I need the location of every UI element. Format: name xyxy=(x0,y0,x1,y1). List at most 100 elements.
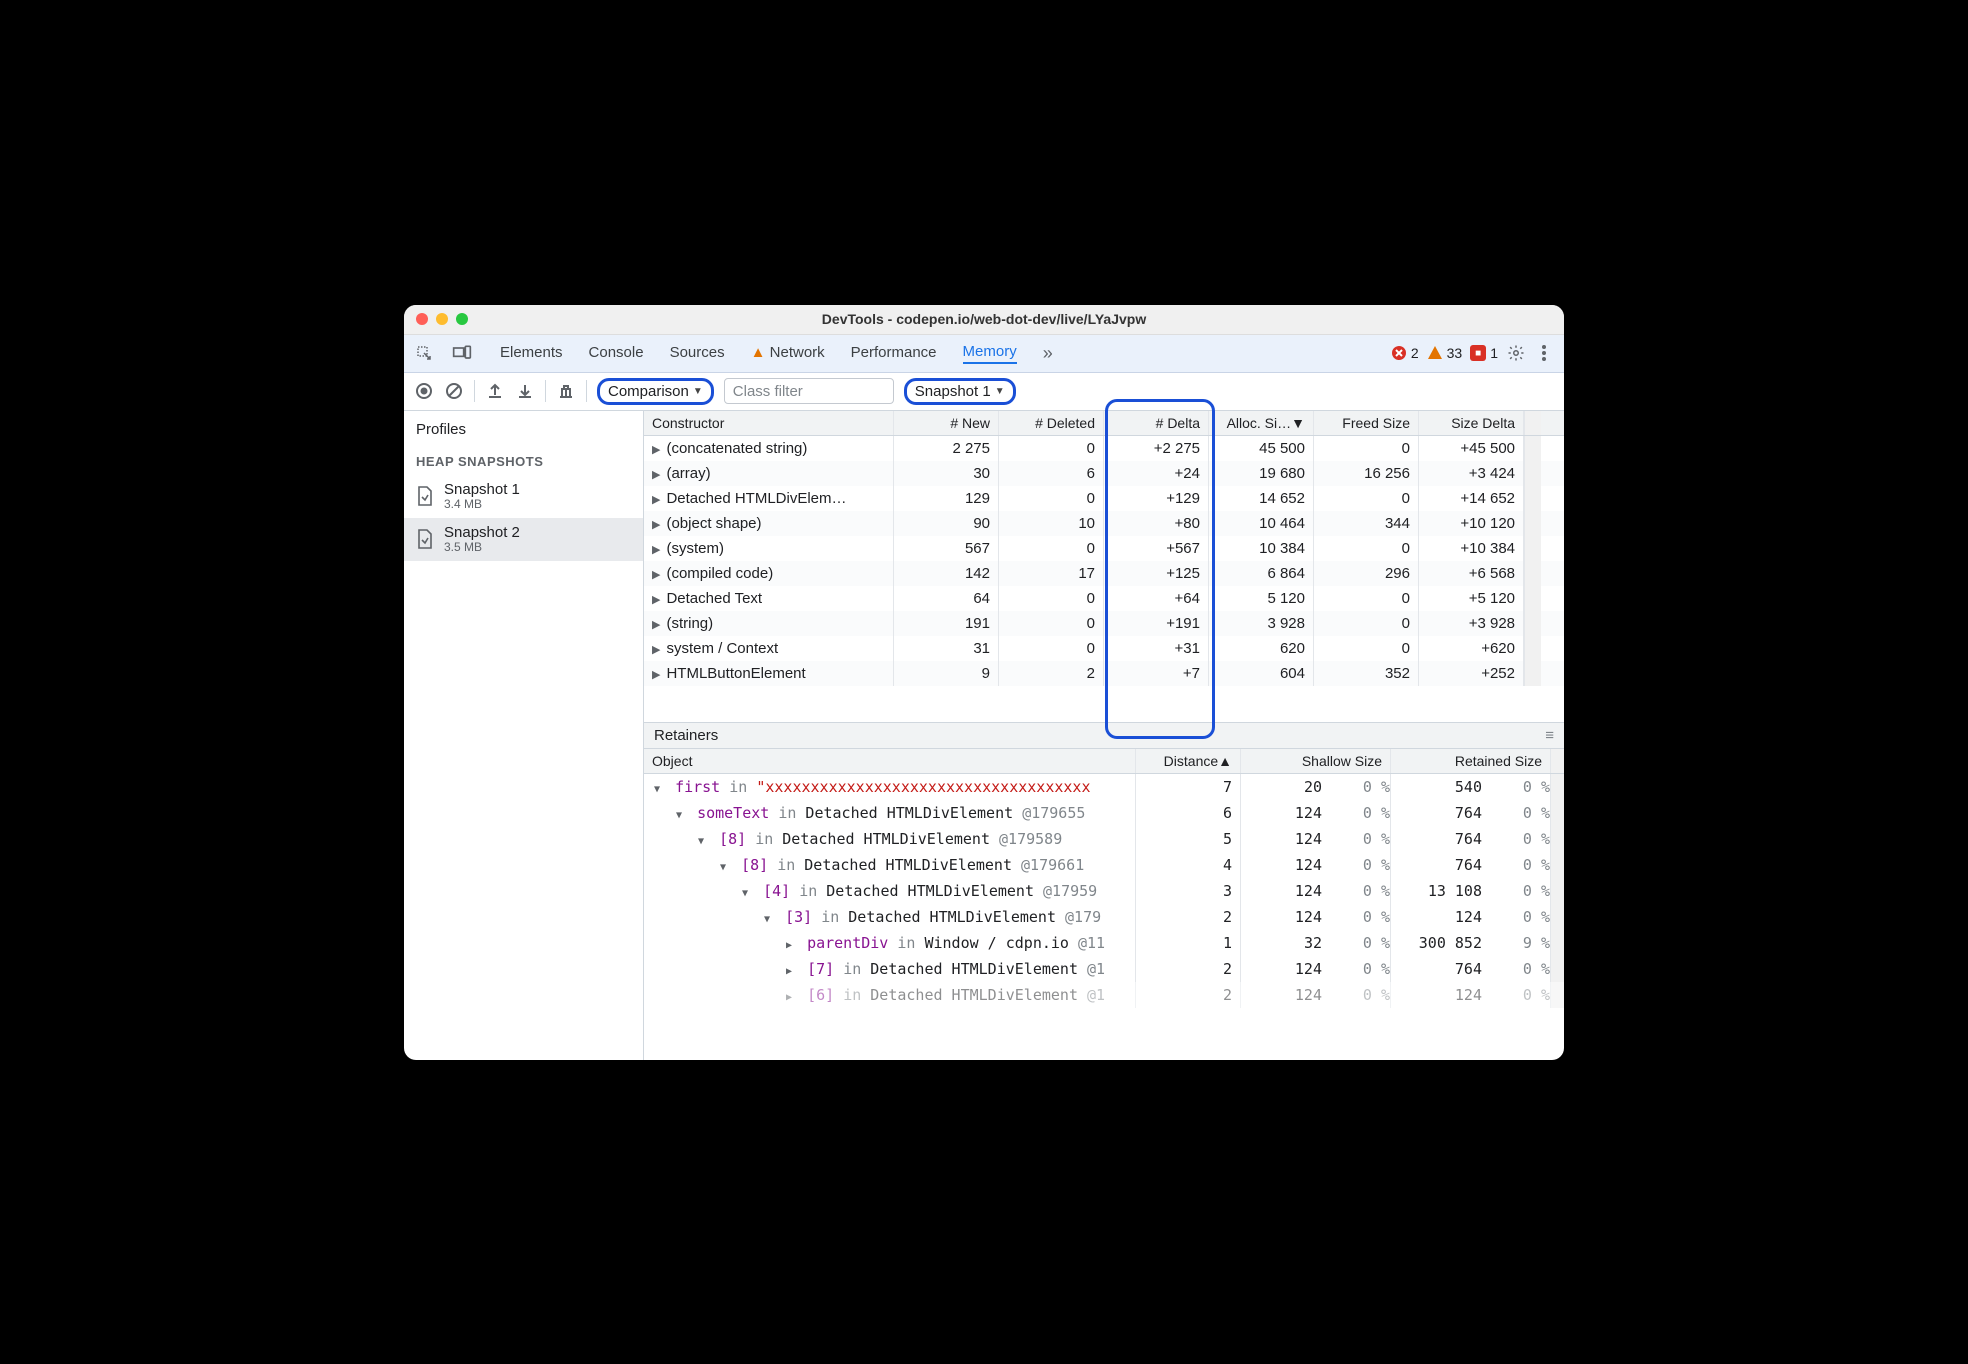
retainer-row[interactable]: ▼ [3] in Detached HTMLDivElement @179212… xyxy=(644,904,1564,930)
snapshot-size: 3.5 MB xyxy=(444,541,520,555)
tab-network[interactable]: ▲ Network xyxy=(751,344,825,363)
retainer-row[interactable]: ▶ [6] in Detached HTMLDivElement @121240… xyxy=(644,982,1564,1008)
retainer-row[interactable]: ▼ [4] in Detached HTMLDivElement @179593… xyxy=(644,878,1564,904)
retainer-row[interactable]: ▼ someText in Detached HTMLDivElement @1… xyxy=(644,800,1564,826)
retainer-row[interactable]: ▼ [8] in Detached HTMLDivElement @179661… xyxy=(644,852,1564,878)
snapshot-size: 3.4 MB xyxy=(444,498,520,512)
retainer-row[interactable]: ▼ [8] in Detached HTMLDivElement @179589… xyxy=(644,826,1564,852)
gear-icon[interactable] xyxy=(1506,343,1526,363)
col-constructor[interactable]: Constructor xyxy=(644,411,894,435)
profiles-sidebar: Profiles HEAP SNAPSHOTS Snapshot 1 3.4 M… xyxy=(404,411,644,1060)
disclosure-icon: ▶ xyxy=(652,543,660,556)
upload-icon[interactable] xyxy=(485,381,505,401)
col-freed[interactable]: Freed Size xyxy=(1314,411,1419,435)
retainer-row[interactable]: ▶ [7] in Detached HTMLDivElement @121240… xyxy=(644,956,1564,982)
more-tabs-icon[interactable]: » xyxy=(1043,343,1053,364)
class-filter-placeholder: Class filter xyxy=(733,383,803,400)
disclosure-icon: ▶ xyxy=(652,618,660,631)
tab-sources[interactable]: Sources xyxy=(670,344,725,363)
disclosure-icon: ▼ xyxy=(742,888,748,899)
table-row[interactable]: ▶(compiled code)14217+1256 864296+6 568 xyxy=(644,561,1564,586)
retainers-rows[interactable]: ▼ first in "xxxxxxxxxxxxxxxxxxxxxxxxxxxx… xyxy=(644,774,1564,1060)
inspect-icon[interactable] xyxy=(414,343,434,363)
disclosure-icon: ▼ xyxy=(720,862,726,873)
snapshot-item-2[interactable]: Snapshot 2 3.5 MB xyxy=(404,518,643,561)
disclosure-icon: ▶ xyxy=(786,940,792,951)
col-new[interactable]: # New xyxy=(894,411,999,435)
disclosure-icon: ▶ xyxy=(652,493,660,506)
panel-tabs-bar: Elements Console Sources ▲ Network Perfo… xyxy=(404,335,1564,373)
chevron-down-icon: ▼ xyxy=(995,386,1005,397)
snapshot-item-1[interactable]: Snapshot 1 3.4 MB xyxy=(404,475,643,518)
baseline-label: Snapshot 1 xyxy=(915,383,991,400)
retainers-menu-icon[interactable]: ≡ xyxy=(1545,727,1554,744)
disclosure-icon: ▶ xyxy=(652,668,660,681)
tab-network-label: Network xyxy=(770,344,825,361)
retainers-columns: Object Distance▲ Shallow Size Retained S… xyxy=(644,749,1564,774)
clear-icon[interactable] xyxy=(444,381,464,401)
table-row[interactable]: ▶(array)306+2419 68016 256+3 424 xyxy=(644,461,1564,486)
errors-counter[interactable]: 2 xyxy=(1391,345,1419,361)
tab-elements[interactable]: Elements xyxy=(500,344,563,363)
table-row[interactable]: ▶(concatenated string)2 2750+2 27545 500… xyxy=(644,436,1564,461)
col-alloc[interactable]: Alloc. Si…▼ xyxy=(1209,411,1314,435)
ret-col-retained[interactable]: Retained Size xyxy=(1390,749,1550,773)
table-row[interactable]: ▶(object shape)9010+8010 464344+10 120 xyxy=(644,511,1564,536)
view-mode-label: Comparison xyxy=(608,383,689,400)
ret-col-distance[interactable]: Distance▲ xyxy=(1135,749,1240,773)
sort-desc-icon: ▼ xyxy=(1291,415,1305,431)
col-sizedelta[interactable]: Size Delta xyxy=(1419,411,1524,435)
gc-icon[interactable] xyxy=(556,381,576,401)
tab-console[interactable]: Console xyxy=(589,344,644,363)
titlebar: DevTools - codepen.io/web-dot-dev/live/L… xyxy=(404,305,1564,335)
baseline-select[interactable]: Snapshot 1 ▼ xyxy=(904,378,1016,405)
window-title: DevTools - codepen.io/web-dot-dev/live/L… xyxy=(404,311,1564,327)
view-mode-select[interactable]: Comparison ▼ xyxy=(597,378,714,405)
tab-memory[interactable]: Memory xyxy=(963,343,1017,364)
comparison-view: Constructor # New # Deleted # Delta Allo… xyxy=(644,411,1564,1060)
disclosure-icon: ▼ xyxy=(764,914,770,925)
class-filter-input[interactable]: Class filter xyxy=(724,378,894,404)
ret-col-object[interactable]: Object xyxy=(644,749,1135,773)
warnings-counter[interactable]: 33 xyxy=(1427,345,1463,361)
col-delta[interactable]: # Delta xyxy=(1104,411,1209,435)
snapshot-name: Snapshot 1 xyxy=(444,481,520,498)
col-deleted[interactable]: # Deleted xyxy=(999,411,1104,435)
disclosure-icon: ▶ xyxy=(652,643,660,656)
file-icon xyxy=(416,485,434,507)
table-row[interactable]: ▶(system)5670+56710 3840+10 384 xyxy=(644,536,1564,561)
snapshot-name: Snapshot 2 xyxy=(444,524,520,541)
ret-col-shallow[interactable]: Shallow Size xyxy=(1240,749,1390,773)
table-row[interactable]: ▶Detached HTMLDivElem…1290+12914 6520+14… xyxy=(644,486,1564,511)
device-icon[interactable] xyxy=(452,343,472,363)
kebab-icon[interactable] xyxy=(1534,343,1554,363)
file-icon xyxy=(416,528,434,550)
disclosure-icon: ▶ xyxy=(652,518,660,531)
download-icon[interactable] xyxy=(515,381,535,401)
memory-toolbar: Comparison ▼ Class filter Snapshot 1 ▼ xyxy=(404,373,1564,411)
heap-snapshots-header: HEAP SNAPSHOTS xyxy=(404,448,643,475)
retainers-header: Retainers ≡ xyxy=(644,722,1564,749)
comparison-rows[interactable]: ▶(concatenated string)2 2750+2 27545 500… xyxy=(644,436,1564,722)
disclosure-icon: ▶ xyxy=(786,966,792,977)
panel-tabs: Elements Console Sources ▲ Network Perfo… xyxy=(500,343,1053,364)
warnings-count: 33 xyxy=(1447,345,1463,361)
table-row[interactable]: ▶system / Context310+316200+620 xyxy=(644,636,1564,661)
tab-performance[interactable]: Performance xyxy=(851,344,937,363)
table-row[interactable]: ▶HTMLButtonElement92+7604352+252 xyxy=(644,661,1564,686)
disclosure-icon: ▼ xyxy=(676,810,682,821)
retainer-row[interactable]: ▶ parentDiv in Window / cdpn.io @111320 … xyxy=(644,930,1564,956)
record-icon[interactable] xyxy=(414,381,434,401)
retainers-title: Retainers xyxy=(654,727,718,744)
comparison-headers: Constructor # New # Deleted # Delta Allo… xyxy=(644,411,1564,436)
issues-counter[interactable]: ■ 1 xyxy=(1470,345,1498,361)
disclosure-icon: ▼ xyxy=(654,784,660,795)
table-row[interactable]: ▶(string)1910+1913 9280+3 928 xyxy=(644,611,1564,636)
retainer-row[interactable]: ▼ first in "xxxxxxxxxxxxxxxxxxxxxxxxxxxx… xyxy=(644,774,1564,800)
profiles-title: Profiles xyxy=(404,411,643,448)
table-row[interactable]: ▶Detached Text640+645 1200+5 120 xyxy=(644,586,1564,611)
devtools-window: DevTools - codepen.io/web-dot-dev/live/L… xyxy=(404,305,1564,1060)
issues-icon: ■ xyxy=(1470,345,1486,361)
issues-count: 1 xyxy=(1490,345,1498,361)
errors-count: 2 xyxy=(1411,345,1419,361)
